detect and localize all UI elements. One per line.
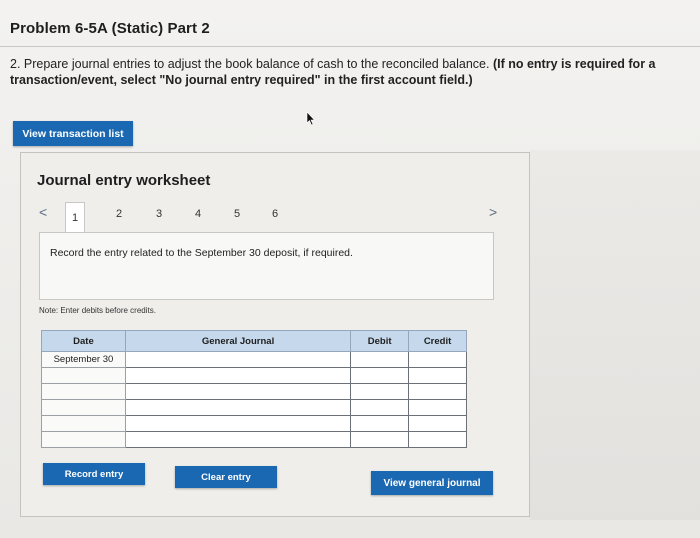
- date-cell: [41, 415, 126, 432]
- debit-field[interactable]: [350, 351, 410, 368]
- account-field[interactable]: [124, 431, 352, 448]
- worksheet-title: Journal entry worksheet: [37, 172, 211, 189]
- account-field[interactable]: [124, 351, 352, 368]
- background-panel: [530, 150, 700, 520]
- account-field[interactable]: [124, 415, 352, 432]
- table-row: [41, 383, 467, 400]
- note-text: Note: Enter debits before credits.: [39, 306, 156, 315]
- date-cell: [41, 431, 126, 448]
- entry-prompt: Record the entry related to the Septembe…: [50, 247, 353, 259]
- table-row: September 30: [41, 351, 467, 368]
- table-row: [41, 415, 467, 432]
- table-row: [41, 367, 467, 384]
- problem-title: Problem 6-5A (Static) Part 2: [10, 20, 210, 37]
- column-header-general-journal: General Journal: [124, 330, 352, 352]
- date-cell: [41, 367, 126, 384]
- date-cell: September 30: [41, 351, 126, 368]
- instruction-normal: 2. Prepare journal entries to adjust the…: [10, 57, 493, 71]
- page-tab-4[interactable]: 4: [188, 202, 208, 226]
- page-tab-2[interactable]: 2: [109, 202, 129, 226]
- view-general-journal-button[interactable]: View general journal: [371, 471, 493, 495]
- account-field[interactable]: [124, 383, 352, 400]
- mouse-cursor-icon: [306, 111, 316, 126]
- view-transaction-list-button[interactable]: View transaction list: [13, 121, 133, 146]
- pager-prev-button[interactable]: <: [39, 204, 47, 220]
- account-field[interactable]: [124, 399, 352, 416]
- instruction-text: 2. Prepare journal entries to adjust the…: [10, 56, 685, 88]
- credit-field[interactable]: [408, 367, 467, 384]
- debit-field[interactable]: [350, 367, 410, 384]
- entry-description-box: Record the entry related to the Septembe…: [39, 232, 494, 300]
- column-header-date: Date: [41, 330, 126, 352]
- credit-field[interactable]: [408, 383, 467, 400]
- table-row: [41, 431, 467, 448]
- debit-field[interactable]: [350, 399, 410, 416]
- page-tab-6[interactable]: 6: [265, 202, 285, 226]
- header-divider: [0, 46, 700, 47]
- debit-field[interactable]: [350, 415, 410, 432]
- page-tab-5[interactable]: 5: [227, 202, 247, 226]
- page-tab-1[interactable]: 1: [65, 202, 85, 232]
- table-row: [41, 399, 467, 416]
- debit-field[interactable]: [350, 431, 410, 448]
- record-entry-button[interactable]: Record entry: [43, 463, 145, 485]
- credit-field[interactable]: [408, 399, 467, 416]
- credit-field[interactable]: [408, 431, 467, 448]
- page-tab-3[interactable]: 3: [149, 202, 169, 226]
- column-header-credit: Credit: [408, 330, 467, 352]
- pager-next-button[interactable]: >: [489, 204, 497, 220]
- credit-field[interactable]: [408, 351, 467, 368]
- credit-field[interactable]: [408, 415, 467, 432]
- date-cell: [41, 399, 126, 416]
- page: Problem 6-5A (Static) Part 2 2. Prepare …: [0, 0, 700, 538]
- journal-entry-worksheet: Journal entry worksheet < 1 2 3 4 5 6 > …: [20, 152, 530, 517]
- debit-field[interactable]: [350, 383, 410, 400]
- journal-table: Date General Journal Debit Credit Septem…: [41, 330, 467, 448]
- column-header-debit: Debit: [350, 330, 410, 352]
- clear-entry-button[interactable]: Clear entry: [175, 466, 277, 488]
- date-cell: [41, 383, 126, 400]
- account-field[interactable]: [124, 367, 352, 384]
